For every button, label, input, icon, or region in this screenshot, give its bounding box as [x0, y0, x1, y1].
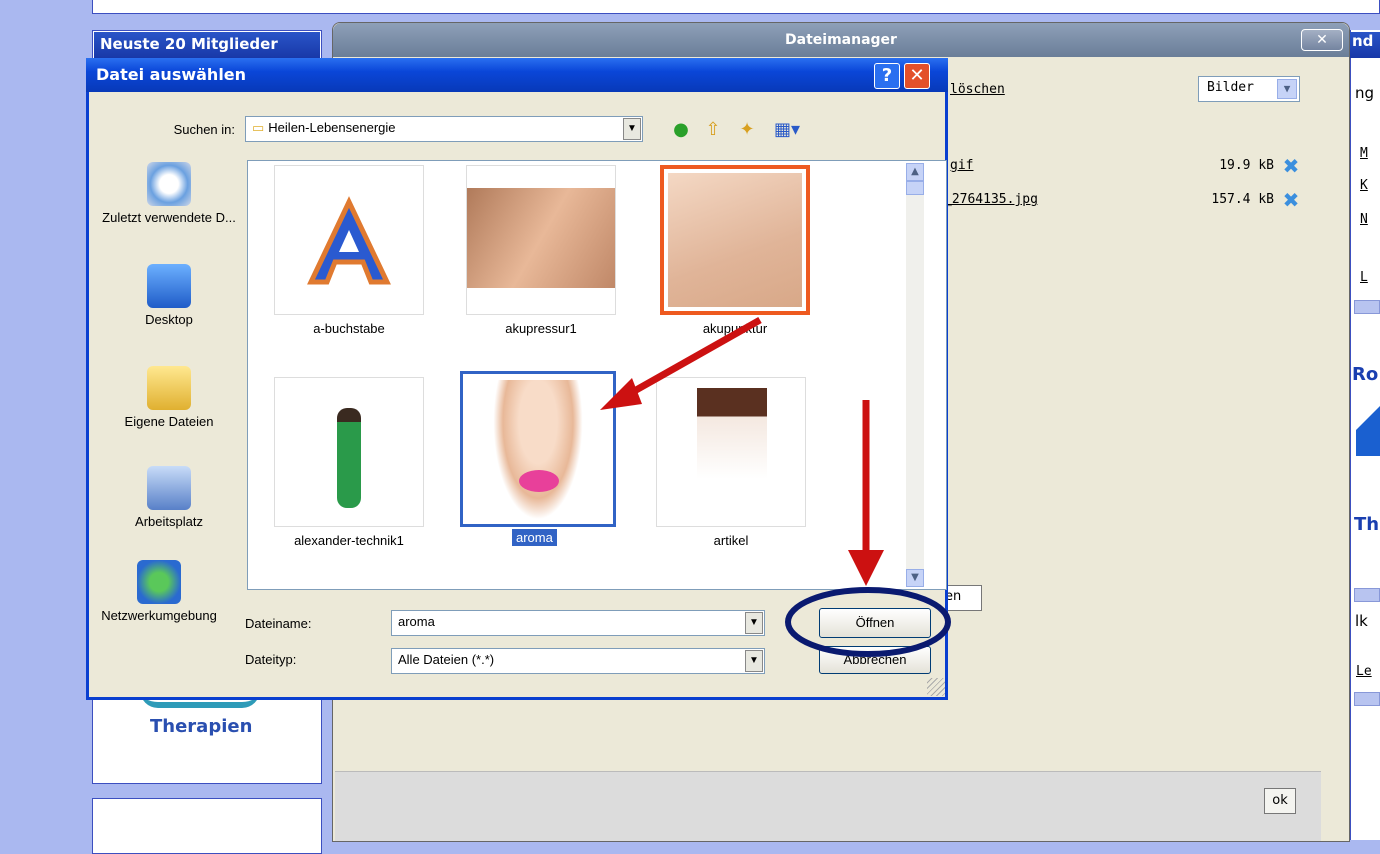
annotation-circle	[785, 587, 951, 657]
annotation-arrow-diagonal	[600, 316, 762, 410]
annotation-arrow-down	[848, 400, 884, 586]
annotation-overlay	[600, 316, 951, 657]
